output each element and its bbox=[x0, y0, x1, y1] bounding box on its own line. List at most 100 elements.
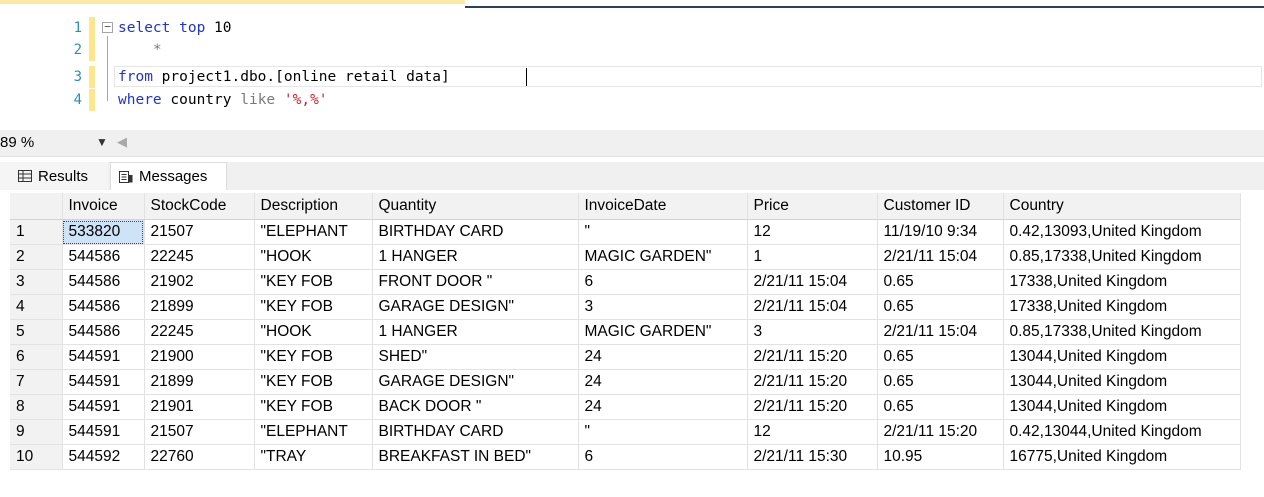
chevron-down-icon[interactable]: ▼ bbox=[96, 135, 108, 149]
grid-cell[interactable]: 11/19/10 9:34 bbox=[877, 219, 1004, 245]
grid-cell[interactable]: 13044,United Kingdom bbox=[1003, 369, 1241, 395]
grid-cell[interactable]: 544586 bbox=[62, 269, 145, 295]
grid-cell[interactable]: 12 bbox=[747, 419, 878, 445]
tab-messages[interactable]: Messages bbox=[110, 162, 227, 190]
grid-cell[interactable]: "TRAY bbox=[254, 444, 373, 470]
grid-cell[interactable]: 0.42,13093,United Kingdom bbox=[1003, 219, 1241, 245]
grid-cell[interactable]: 2/21/11 15:04 bbox=[877, 319, 1004, 345]
grid-cell[interactable]: 21899 bbox=[144, 369, 255, 395]
grid-cell[interactable]: 3 bbox=[578, 294, 748, 320]
grid-cell[interactable]: 24 bbox=[578, 394, 748, 420]
column-header-country[interactable]: Country bbox=[1003, 193, 1241, 220]
table-row[interactable]: 10 544592 22760 "TRAY BREAKFAST IN BED" 6 2/21… bbox=[10, 444, 1241, 470]
grid-cell[interactable]: BIRTHDAY CARD bbox=[372, 419, 579, 445]
grid-cell[interactable]: 2/21/11 15:04 bbox=[877, 244, 1004, 270]
row-number-cell[interactable]: 5 bbox=[10, 319, 63, 345]
table-row[interactable]: 4 544586 21899 "KEY FOB GARAGE DESIGN" 3 2/21/… bbox=[10, 294, 1241, 320]
grid-cell[interactable]: 533820 bbox=[62, 219, 145, 245]
column-header-price[interactable]: Price bbox=[747, 193, 878, 220]
row-number-cell[interactable]: 6 bbox=[10, 344, 63, 370]
grid-cell[interactable]: 21901 bbox=[144, 394, 255, 420]
table-row[interactable]: 6 544591 21900 "KEY FOB SHED" 24 2/21/11 15:20… bbox=[10, 344, 1241, 370]
grid-cell[interactable]: 0.65 bbox=[877, 369, 1004, 395]
column-header-quantity[interactable]: Quantity bbox=[372, 193, 579, 220]
grid-cell[interactable]: 21507 bbox=[144, 419, 255, 445]
grid-cell[interactable]: "KEY FOB bbox=[254, 344, 373, 370]
grid-cell[interactable]: 2/21/11 15:04 bbox=[747, 294, 878, 320]
grid-cell[interactable]: 24 bbox=[578, 369, 748, 395]
grid-cell[interactable]: "HOOK bbox=[254, 319, 373, 345]
grid-cell[interactable]: 21900 bbox=[144, 344, 255, 370]
grid-cell[interactable]: " bbox=[578, 419, 748, 445]
grid-cell[interactable]: 21899 bbox=[144, 294, 255, 320]
grid-cell[interactable]: 17338,United Kingdom bbox=[1003, 294, 1241, 320]
code-line-2[interactable]: 2 * bbox=[0, 39, 1264, 61]
grid-cell[interactable]: 13044,United Kingdom bbox=[1003, 394, 1241, 420]
grid-cell[interactable]: 1 bbox=[747, 244, 878, 270]
row-number-cell[interactable]: 8 bbox=[10, 394, 63, 420]
grid-cell[interactable]: 0.65 bbox=[877, 344, 1004, 370]
table-row[interactable]: 8 544591 21901 "KEY FOB BACK DOOR " 24 2/21/11… bbox=[10, 394, 1241, 420]
grid-cell[interactable]: MAGIC GARDEN" bbox=[578, 319, 748, 345]
row-number-cell[interactable]: 4 bbox=[10, 294, 63, 320]
table-row[interactable]: 5 544586 22245 "HOOK 1 HANGER MAGIC GARDEN" 3 2… bbox=[10, 319, 1241, 345]
grid-cell[interactable]: 1 HANGER bbox=[372, 244, 579, 270]
grid-cell[interactable]: GARAGE DESIGN" bbox=[372, 294, 579, 320]
grid-cell[interactable]: 0.85,17338,United Kingdom bbox=[1003, 244, 1241, 270]
grid-cell[interactable]: 0.65 bbox=[877, 294, 1004, 320]
grid-cell[interactable]: 0.85,17338,United Kingdom bbox=[1003, 319, 1241, 345]
row-number-cell[interactable]: 3 bbox=[10, 269, 63, 295]
grid-cell[interactable]: 0.42,13044,United Kingdom bbox=[1003, 419, 1241, 445]
table-row[interactable]: 2 544586 22245 "HOOK 1 HANGER MAGIC GARDEN" 1 2… bbox=[10, 244, 1241, 270]
code-line-3[interactable]: 3 from project1.dbo.[online retail data] bbox=[0, 66, 1264, 88]
grid-cell[interactable]: 3 bbox=[747, 319, 878, 345]
grid-cell[interactable]: 544586 bbox=[62, 319, 145, 345]
grid-cell[interactable]: 6 bbox=[578, 444, 748, 470]
grid-cell[interactable]: 544591 bbox=[62, 344, 145, 370]
grid-cell[interactable]: 2/21/11 15:20 bbox=[877, 419, 1004, 445]
table-row[interactable]: 3 544586 21902 "KEY FOB FRONT DOOR " 6 2/21/11… bbox=[10, 269, 1241, 295]
code-line-1[interactable]: 1 − select top 10 bbox=[0, 17, 1264, 39]
collapse-icon[interactable]: − bbox=[102, 21, 113, 33]
grid-cell[interactable]: 2/21/11 15:20 bbox=[747, 344, 878, 370]
grid-cell[interactable]: "KEY FOB bbox=[254, 269, 373, 295]
grid-cell[interactable]: BACK DOOR " bbox=[372, 394, 579, 420]
grid-cell[interactable]: "ELEPHANT bbox=[254, 219, 373, 245]
column-header-description[interactable]: Description bbox=[254, 193, 373, 220]
grid-cell[interactable]: 544592 bbox=[62, 444, 145, 470]
grid-cell[interactable]: 22760 bbox=[144, 444, 255, 470]
grid-cell[interactable]: "HOOK bbox=[254, 244, 373, 270]
grid-cell[interactable]: 13044,United Kingdom bbox=[1003, 344, 1241, 370]
grid-cell[interactable]: 2/21/11 15:30 bbox=[747, 444, 878, 470]
grid-cell[interactable]: BIRTHDAY CARD bbox=[372, 219, 579, 245]
grid-cell[interactable]: 2/21/11 15:20 bbox=[747, 369, 878, 395]
grid-cell[interactable]: "ELEPHANT bbox=[254, 419, 373, 445]
column-header-customer-id[interactable]: Customer ID bbox=[877, 193, 1004, 220]
grid-cell[interactable]: 10.95 bbox=[877, 444, 1004, 470]
grid-cell[interactable]: 1 HANGER bbox=[372, 319, 579, 345]
grid-cell[interactable]: 0.65 bbox=[877, 269, 1004, 295]
column-header-invoice[interactable]: Invoice bbox=[62, 193, 145, 220]
grid-cell[interactable]: 24 bbox=[578, 344, 748, 370]
grid-cell[interactable]: 22245 bbox=[144, 244, 255, 270]
grid-cell[interactable]: 0.65 bbox=[877, 394, 1004, 420]
row-number-header[interactable] bbox=[10, 193, 63, 220]
grid-cell[interactable]: 21507 bbox=[144, 219, 255, 245]
grid-cell[interactable]: 2/21/11 15:04 bbox=[747, 269, 878, 295]
table-row[interactable]: 9 544591 21507 "ELEPHANT BIRTHDAY CARD " 12 2/2… bbox=[10, 419, 1241, 445]
code-line-4[interactable]: 4 where country like '%,%' bbox=[0, 89, 1264, 111]
scroll-left-arrow-icon[interactable]: ◀ bbox=[117, 134, 127, 150]
grid-cell[interactable]: 16775,United Kingdom bbox=[1003, 444, 1241, 470]
zoom-level[interactable]: 89 % bbox=[0, 134, 34, 151]
query-editor[interactable]: 1 − select top 10 2 * 3 from project1.db… bbox=[0, 0, 1264, 122]
row-number-cell[interactable]: 7 bbox=[10, 369, 63, 395]
grid-cell[interactable]: " bbox=[578, 219, 748, 245]
grid-cell[interactable]: 544586 bbox=[62, 244, 145, 270]
grid-cell[interactable]: 544591 bbox=[62, 394, 145, 420]
row-number-cell[interactable]: 2 bbox=[10, 244, 63, 270]
grid-cell[interactable]: 22245 bbox=[144, 319, 255, 345]
grid-cell[interactable]: 544591 bbox=[62, 369, 145, 395]
grid-cell[interactable]: GARAGE DESIGN" bbox=[372, 369, 579, 395]
results-grid[interactable]: Invoice StockCode Description Quantity Invoi… bbox=[10, 193, 1241, 470]
grid-cell[interactable]: "KEY FOB bbox=[254, 369, 373, 395]
